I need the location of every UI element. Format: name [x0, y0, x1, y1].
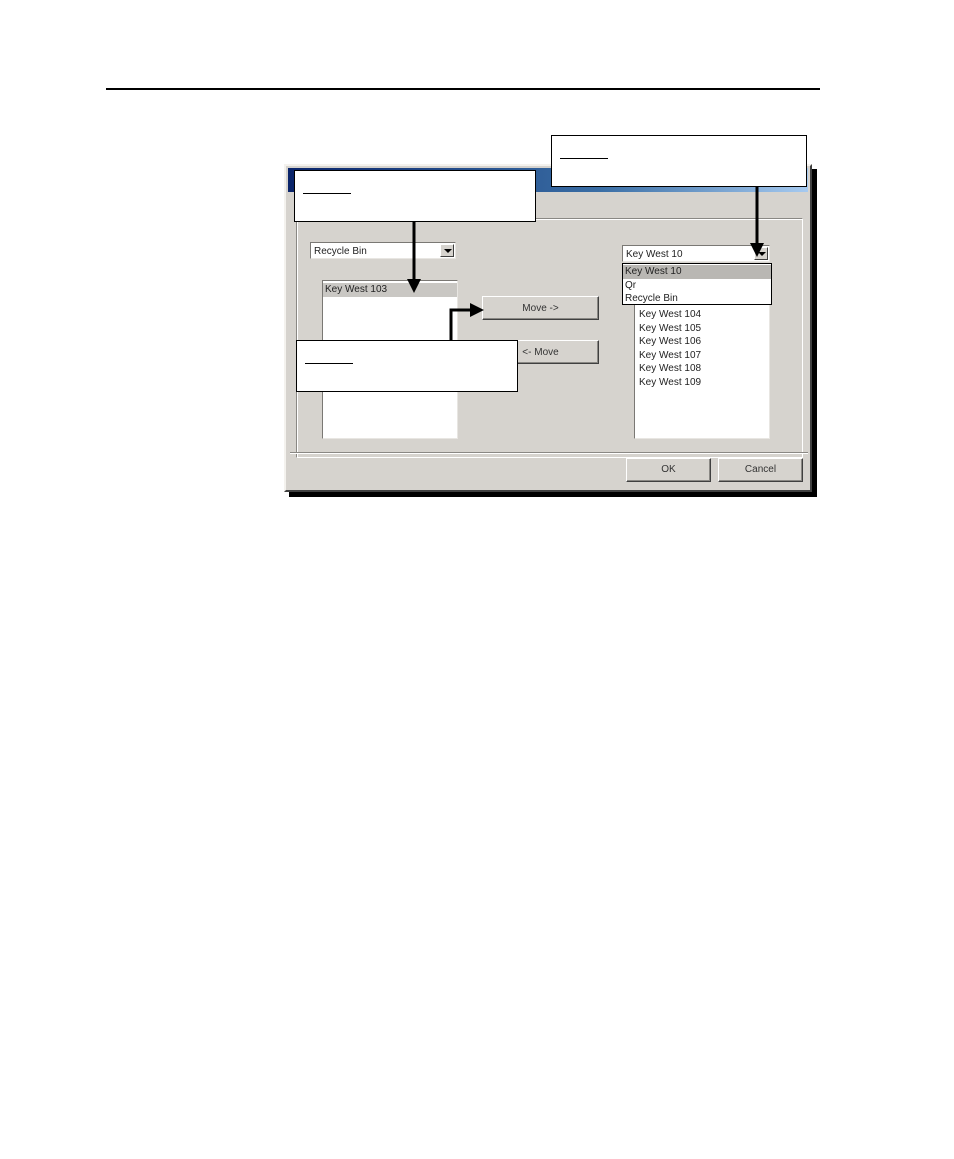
callout-blank-line [305, 363, 353, 364]
ok-button[interactable]: OK [626, 458, 711, 482]
move-right-button[interactable]: Move -> [482, 296, 599, 320]
callout-destination-combo [551, 135, 807, 187]
page-header-rule [106, 88, 820, 90]
destination-item-list[interactable]: Key West 104 Key West 105 Key West 106 K… [634, 292, 770, 439]
destination-folder-combo[interactable]: Key West 10 [622, 245, 770, 262]
callout-blank-line [303, 193, 351, 194]
list-item[interactable]: Key West 108 [637, 362, 769, 376]
destination-folder-value: Key West 10 [626, 249, 683, 260]
list-item[interactable]: Key West 103 [323, 283, 457, 297]
dropdown-option[interactable]: Qr [623, 279, 771, 293]
list-item[interactable]: Key West 109 [637, 376, 769, 390]
destination-folder-dropdown[interactable]: Key West 10 Qr Recycle Bin [622, 263, 772, 305]
list-item[interactable]: Key West 106 [637, 335, 769, 349]
dropdown-option[interactable]: Key West 10 [623, 265, 771, 279]
source-folder-combo[interactable]: Recycle Bin [310, 242, 456, 259]
chevron-down-icon[interactable] [754, 247, 768, 260]
source-folder-value: Recycle Bin [314, 246, 367, 257]
dropdown-option[interactable]: Recycle Bin [623, 292, 771, 306]
list-item[interactable]: Key West 104 [637, 308, 769, 322]
callout-source-list [294, 170, 536, 222]
callout-blank-line [560, 158, 608, 159]
list-item[interactable]: Key West 107 [637, 349, 769, 363]
callout-move-button [296, 340, 518, 392]
cancel-button[interactable]: Cancel [718, 458, 803, 482]
list-item[interactable]: Key West 105 [637, 322, 769, 336]
chevron-down-icon[interactable] [440, 244, 454, 257]
footer-separator [290, 452, 808, 454]
